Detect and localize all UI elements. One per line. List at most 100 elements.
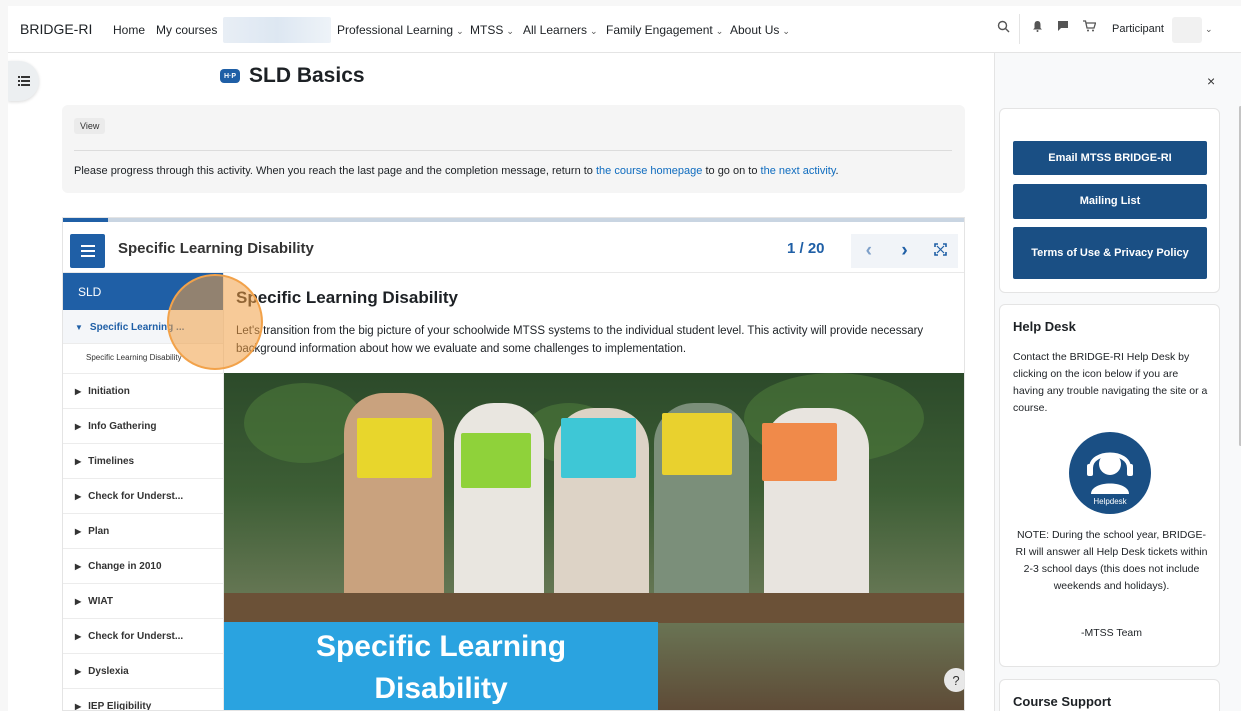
- click-indicator: [167, 274, 263, 370]
- toc-chapter-label: Timelines: [88, 456, 135, 467]
- course-index-toggle[interactable]: [8, 61, 39, 101]
- nav-about-us-label: About Us: [730, 23, 780, 37]
- nav-all-learners-label: All Learners: [523, 23, 588, 37]
- nav-about-us[interactable]: About Us ⌄: [730, 23, 790, 37]
- list-icon: [17, 76, 30, 86]
- nav-family-engagement[interactable]: Family Engagement ⌄: [606, 23, 723, 37]
- toc-chapter-label: Plan: [88, 526, 110, 537]
- toc-chapter-label: Info Gathering: [88, 421, 157, 432]
- search-icon[interactable]: [997, 20, 1010, 36]
- next-activity-link[interactable]: the next activity: [761, 165, 836, 177]
- mailing-list-button[interactable]: Mailing List: [1013, 184, 1207, 219]
- nav-mtss[interactable]: MTSS ⌄: [470, 23, 514, 37]
- banner-line-2: Disability: [374, 672, 508, 705]
- hamburger-icon: [80, 245, 95, 257]
- course-support-title: Course Support: [1013, 694, 1112, 709]
- toc-chapter-label: WIAT: [88, 596, 113, 607]
- course-homepage-link[interactable]: the course homepage: [596, 165, 702, 177]
- help-desk-title: Help Desk: [1013, 319, 1076, 334]
- terms-privacy-button[interactable]: Terms of Use & Privacy Policy: [1013, 227, 1207, 279]
- nav-all-learners[interactable]: All Learners ⌄: [523, 23, 598, 37]
- toc-menu-button[interactable]: [70, 234, 105, 268]
- toc-chapter[interactable]: ▶ WIAT: [63, 584, 223, 619]
- caret-right-icon: ▶: [75, 702, 82, 711]
- instructions-text-3: .: [835, 165, 839, 177]
- book-header: Specific Learning Disability 1 / 20 ‹ ›: [63, 222, 964, 273]
- help-button[interactable]: ?: [944, 668, 964, 692]
- redacted-nav-item: [223, 17, 331, 43]
- avatar[interactable]: [1172, 17, 1202, 43]
- banner-line-1: Specific Learning: [315, 630, 567, 663]
- help-desk-signature: -MTSS Team: [1080, 627, 1143, 639]
- user-role-label: Participant: [1112, 23, 1164, 35]
- nav-professional-learning-label: Professional Learning: [337, 23, 454, 37]
- nav-family-engagement-label: Family Engagement: [606, 23, 713, 37]
- help-desk-text: Contact the BRIDGE-RI Help Desk by click…: [1013, 351, 1208, 414]
- nav-home[interactable]: Home: [113, 23, 145, 37]
- previous-page-icon[interactable]: ‹: [851, 240, 887, 262]
- toc-chapter[interactable]: ▶ Check for Underst...: [63, 479, 223, 514]
- instructions-text-2: to go on to: [702, 165, 761, 177]
- page-title-text: SLD Basics: [249, 64, 365, 87]
- nav-my-courses[interactable]: My courses: [156, 23, 217, 37]
- toc-chapter[interactable]: ▶ IEP Eligibility: [63, 689, 223, 711]
- chevron-down-icon[interactable]: ⌄: [1205, 24, 1213, 35]
- close-icon[interactable]: ×: [1207, 73, 1215, 89]
- book-navigation: ‹ ›: [851, 234, 958, 268]
- caret-down-icon: ▼: [75, 323, 83, 332]
- email-mtss-button[interactable]: Email MTSS BRIDGE-RI: [1013, 141, 1207, 175]
- top-navbar: BRIDGE-RI Home My courses Professional L…: [8, 6, 1241, 53]
- page-title: H·P SLD Basics: [220, 64, 365, 88]
- toc-chapter[interactable]: ▶ Change in 2010: [63, 549, 223, 584]
- help-desk-note: NOTE: During the school year, BRIDGE-RI …: [1015, 529, 1208, 592]
- instructions-text-1: Please progress through this activity. W…: [74, 165, 596, 177]
- caret-right-icon: ▶: [75, 562, 82, 571]
- caret-right-icon: ▶: [75, 597, 82, 606]
- cart-icon[interactable]: [1083, 20, 1097, 35]
- right-block-drawer: × Email MTSS BRIDGE-RI Mailing List Term…: [994, 53, 1241, 711]
- next-page-icon[interactable]: ›: [887, 240, 923, 262]
- caret-right-icon: ▶: [75, 457, 82, 466]
- caret-right-icon: ▶: [75, 492, 82, 501]
- browser-viewport: BRIDGE-RI Home My courses Professional L…: [8, 6, 1241, 711]
- toc-chapter[interactable]: ▶ Check for Underst...: [63, 619, 223, 654]
- view-badge: View: [74, 118, 106, 134]
- book-page-content: Specific Learning Disability Let's trans…: [224, 273, 964, 710]
- fullscreen-icon[interactable]: [922, 243, 958, 259]
- toc-chapter[interactable]: ▶ Info Gathering: [63, 409, 223, 444]
- chevron-down-icon: ⌄: [715, 26, 724, 36]
- nav-mtss-label: MTSS: [470, 23, 504, 37]
- toc-chapter[interactable]: ▶ Timelines: [63, 444, 223, 479]
- nav-professional-learning[interactable]: Professional Learning ⌄: [337, 23, 464, 37]
- toc-chapter-label: Check for Underst...: [88, 631, 184, 642]
- caret-right-icon: ▶: [75, 422, 82, 431]
- site-brand[interactable]: BRIDGE-RI: [20, 21, 92, 37]
- toc-chapter-label: Change in 2010: [88, 561, 162, 572]
- toc-chapter-label: IEP Eligibility: [88, 701, 152, 711]
- chevron-down-icon: ⌄: [782, 26, 790, 36]
- chevron-down-icon: ⌄: [506, 26, 514, 36]
- content-heading: Specific Learning Disability: [236, 288, 459, 307]
- toc-chapter[interactable]: ▶ Initiation: [63, 374, 223, 409]
- chat-icon[interactable]: [1057, 20, 1069, 35]
- bench: [224, 593, 964, 623]
- h5p-icon: H·P: [220, 69, 240, 83]
- content-paragraph: Let's transition from the big picture of…: [236, 325, 924, 355]
- chapter-title: Specific Learning Disability: [118, 240, 314, 257]
- helpdesk-headset-icon[interactable]: Helpdesk: [1069, 432, 1151, 514]
- photo-caption-banner: Specific Learning Disability: [224, 622, 658, 710]
- links-block: Email MTSS BRIDGE-RI Mailing List Terms …: [999, 108, 1220, 293]
- navbar-divider: [1019, 14, 1020, 44]
- help-desk-block: Help Desk Contact the BRIDGE-RI Help Des…: [999, 304, 1220, 667]
- caret-right-icon: ▶: [75, 387, 82, 396]
- course-support-block: Course Support: [999, 679, 1220, 711]
- toc-chapter[interactable]: ▶ Dyslexia: [63, 654, 223, 689]
- bell-icon[interactable]: [1032, 20, 1043, 35]
- toc-chapter-label: Check for Underst...: [88, 491, 184, 502]
- caret-right-icon: ▶: [75, 632, 82, 641]
- divider: [74, 150, 952, 151]
- activity-info-box: View Please progress through this activi…: [62, 105, 965, 193]
- toc-chapter[interactable]: ▶ Plan: [63, 514, 223, 549]
- caret-right-icon: ▶: [75, 667, 82, 676]
- caret-right-icon: ▶: [75, 527, 82, 536]
